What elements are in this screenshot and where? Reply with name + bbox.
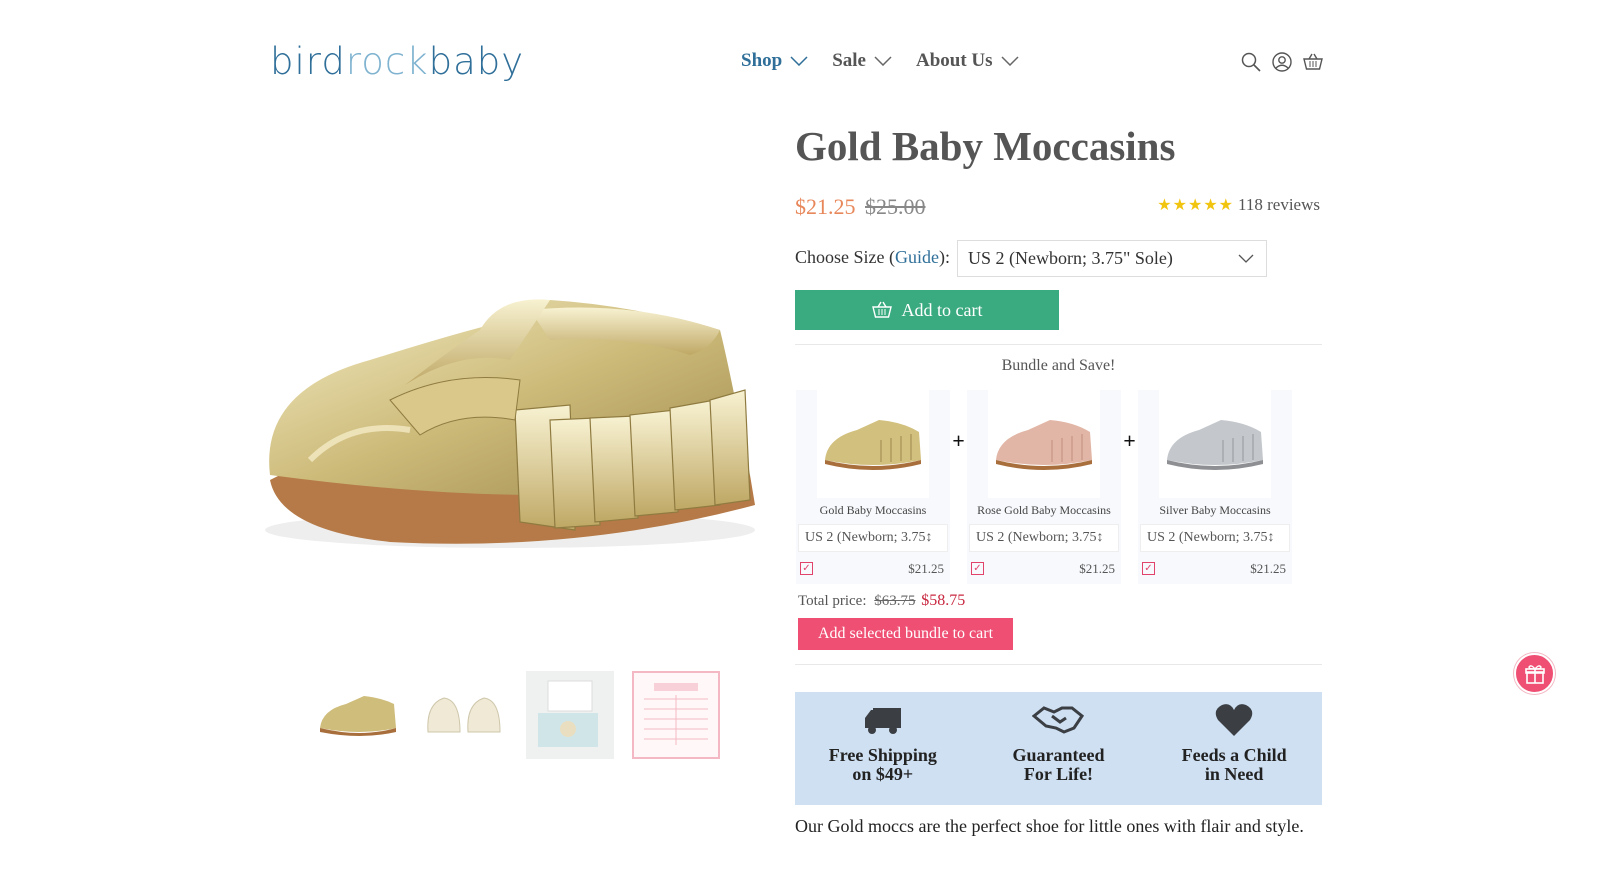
cart-icon[interactable] — [1303, 52, 1323, 72]
gold-moccasin-image — [825, 420, 921, 470]
total-new-price: $58.75 — [921, 592, 966, 609]
size-select[interactable]: US 2 (Newborn; 3.75" Sole) — [957, 240, 1267, 277]
search-icon[interactable] — [1241, 52, 1261, 72]
rose-gold-moccasin-image — [996, 420, 1092, 470]
size-chart-thumb-image — [644, 683, 708, 745]
thumbnail-size-chart[interactable] — [632, 671, 720, 759]
add-bundle-button[interactable]: Add selected bundle to cart — [798, 618, 1013, 650]
divider — [795, 664, 1322, 665]
features-banner: Free Shipping on $49+ Guaranteed For Life!… — [795, 692, 1322, 805]
bundle-products: Gold Baby Moccasins US 2 (Newborn; 3.75↕… — [796, 390, 1292, 584]
review-count: 118 reviews — [1238, 195, 1320, 214]
original-price: $25.00 — [865, 194, 926, 219]
bundle-size-select[interactable]: US 2 (Newborn; 3.75↕ — [798, 524, 948, 552]
nav-about-label: About Us — [915, 50, 993, 71]
product-description: Our Gold moccs are the perfect shoe for … — [795, 816, 1304, 836]
price-row: $21.25 $25.00 — [795, 194, 926, 220]
cart-icon — [871, 301, 892, 318]
add-to-cart-button[interactable]: Add to cart — [795, 290, 1059, 330]
bundle-item-price: $21.25 — [1079, 561, 1115, 576]
product-title: Gold Baby Moccasins — [795, 123, 1176, 169]
thumbnail-gold-side[interactable] — [314, 671, 402, 759]
bundle-item-gold: Gold Baby Moccasins US 2 (Newborn; 3.75↕… — [796, 390, 950, 584]
feature-free-shipping: Free Shipping on $49+ — [803, 692, 963, 805]
bundle-title: Bundle and Save! — [1001, 357, 1116, 374]
rating-summary[interactable]: ★★★★★ 118 reviews — [1157, 195, 1320, 215]
brand-logo[interactable]: birdrockbaby — [270, 40, 524, 83]
feature-guaranteed: Guaranteed For Life! — [978, 692, 1138, 805]
main-nav: Shop Sale About Us — [741, 50, 1019, 72]
moccasin-pair-thumb-image — [427, 697, 501, 733]
bundle-total: Total price: $63.75 $58.75 — [798, 592, 965, 610]
moccasin-thumb-image — [320, 696, 396, 736]
feature-line: Guaranteed — [1012, 745, 1105, 765]
feature-line: in Need — [1204, 764, 1264, 784]
bundle-item-name: Silver Baby Moccasins — [1159, 503, 1271, 517]
size-label: Choose Size (Guide): — [795, 247, 950, 267]
plus-icon: + — [1123, 428, 1136, 453]
nav-shop[interactable]: Shop — [741, 50, 808, 72]
feature-feeds-child: Feeds a Child in Need — [1154, 692, 1314, 805]
chevron-down-icon — [874, 56, 892, 66]
plus-icon: + — [952, 428, 965, 453]
bundle-item-name: Gold Baby Moccasins — [819, 503, 927, 517]
total-old-price: $63.75 — [874, 593, 916, 609]
thumbnail-gift-box[interactable] — [526, 671, 614, 759]
thumbnail-cream-pair[interactable] — [420, 671, 508, 759]
truck-icon — [864, 708, 901, 734]
nav-about-us[interactable]: About Us — [916, 50, 1019, 72]
account-icon[interactable] — [1272, 52, 1292, 72]
divider — [795, 344, 1322, 345]
feature-line: on $49+ — [852, 764, 914, 784]
total-label: Total price: — [798, 593, 867, 609]
thumbnail-strip — [314, 671, 720, 759]
chevron-down-icon — [1001, 56, 1019, 66]
bundle-item-image[interactable] — [988, 390, 1100, 498]
bundle-item-price: $21.25 — [1250, 561, 1286, 576]
feature-line: Feeds a Child — [1181, 745, 1287, 765]
star-rating-icon: ★★★★★ — [1157, 197, 1234, 214]
bundle-item-checkbox[interactable]: ✓ — [800, 562, 813, 575]
heart-icon — [1215, 704, 1253, 736]
size-select-value: US 2 (Newborn; 3.75" Sole) — [968, 248, 1173, 268]
bundle-item-price: $21.25 — [908, 561, 944, 576]
nav-shop-label: Shop — [741, 50, 783, 71]
chevron-down-icon — [790, 56, 808, 66]
chevron-down-icon — [1238, 254, 1254, 263]
product-main-image[interactable] — [250, 260, 770, 600]
nav-sale-label: Sale — [832, 50, 866, 71]
bundle-item-checkbox[interactable]: ✓ — [1142, 562, 1155, 575]
sale-price: $21.25 — [795, 194, 856, 219]
nav-sale[interactable]: Sale — [832, 50, 892, 72]
feature-line: For Life! — [1023, 764, 1094, 784]
add-to-cart-label: Add to cart — [901, 299, 983, 320]
bundle-item-name: Rose Gold Baby Moccasins — [977, 503, 1111, 517]
size-guide-link[interactable]: Guide — [895, 247, 939, 267]
bundle-item-silver: Silver Baby Moccasins US 2 (Newborn; 3.7… — [1138, 390, 1292, 584]
bundle-item-checkbox[interactable]: ✓ — [971, 562, 984, 575]
handshake-icon — [1032, 706, 1085, 734]
gift-icon — [1524, 664, 1545, 684]
header-icons — [1241, 52, 1323, 72]
rewards-gift-button[interactable] — [1514, 653, 1555, 694]
silver-moccasin-image — [1167, 420, 1263, 470]
feature-line: Free Shipping — [828, 745, 937, 765]
bundle-item-image[interactable] — [1159, 390, 1271, 498]
bundle-item-rose-gold: Rose Gold Baby Moccasins US 2 (Newborn; … — [967, 390, 1121, 584]
bundle-item-image[interactable] — [817, 390, 929, 498]
bundle-size-select[interactable]: US 2 (Newborn; 3.75↕ — [969, 524, 1119, 552]
gift-box-thumb-image — [538, 680, 598, 747]
bundle-size-select[interactable]: US 2 (Newborn; 3.75↕ — [1140, 524, 1290, 552]
